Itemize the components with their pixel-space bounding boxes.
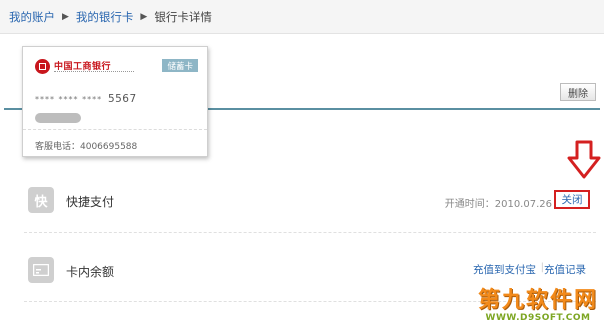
delete-card-button[interactable]: 删除 [560, 83, 596, 101]
icbc-logo-icon [35, 59, 50, 74]
breadcrumb-separator-icon: ▶ [140, 11, 148, 22]
quick-pay-open-time: 开通时间：2010.07.26 [444, 199, 552, 210]
card-type-badge: 储蓄卡 [162, 59, 198, 72]
recharge-to-alipay-link[interactable]: 充值到支付宝 [473, 262, 536, 277]
breadcrumb-separator-icon: ▶ [62, 11, 69, 22]
card-balance-title: 卡内余额 [66, 265, 115, 279]
watermark-url: WWW.D9SOFT.COM [485, 313, 591, 323]
quick-pay-title: 快捷支付 [66, 195, 115, 209]
watermark-logo: 第九软件网 WWW.D9SOFT.COM [477, 288, 598, 324]
down-arrow-icon [567, 140, 601, 179]
row-divider [24, 232, 596, 233]
card-number: **** **** **** 5567 [35, 93, 137, 105]
quick-pay-close-button[interactable]: 关闭 [554, 190, 590, 209]
customer-service-phone: 客服电话：4006695588 [35, 142, 138, 152]
quick-pay-row: 快 快捷支付 开通时间：2010.07.26 关闭 [24, 166, 596, 232]
breadcrumb-my-bank-cards[interactable]: 我的银行卡 [76, 9, 134, 25]
breadcrumb-current-page: 银行卡详情 [154, 9, 212, 24]
watermark-main-text: 第九软件网 [477, 288, 598, 313]
quick-pay-icon: 快 [28, 187, 54, 213]
card-divider [23, 129, 207, 130]
card-number-mask: **** **** **** [35, 95, 103, 104]
card-number-last-digits: 5567 [107, 93, 137, 105]
bank-card: 中国工商银行 储蓄卡 **** **** **** 5567 客服电话：4006… [22, 46, 208, 157]
card-balance-icon [28, 257, 54, 283]
card-holder-redacted [35, 113, 81, 123]
bank-name-english [54, 71, 134, 74]
breadcrumb-my-account[interactable]: 我的账户 [9, 9, 55, 25]
breadcrumb: 我的账户 ▶ 我的银行卡 ▶ 银行卡详情 [0, 0, 604, 34]
recharge-history-link[interactable]: 充值记录 [544, 262, 586, 277]
